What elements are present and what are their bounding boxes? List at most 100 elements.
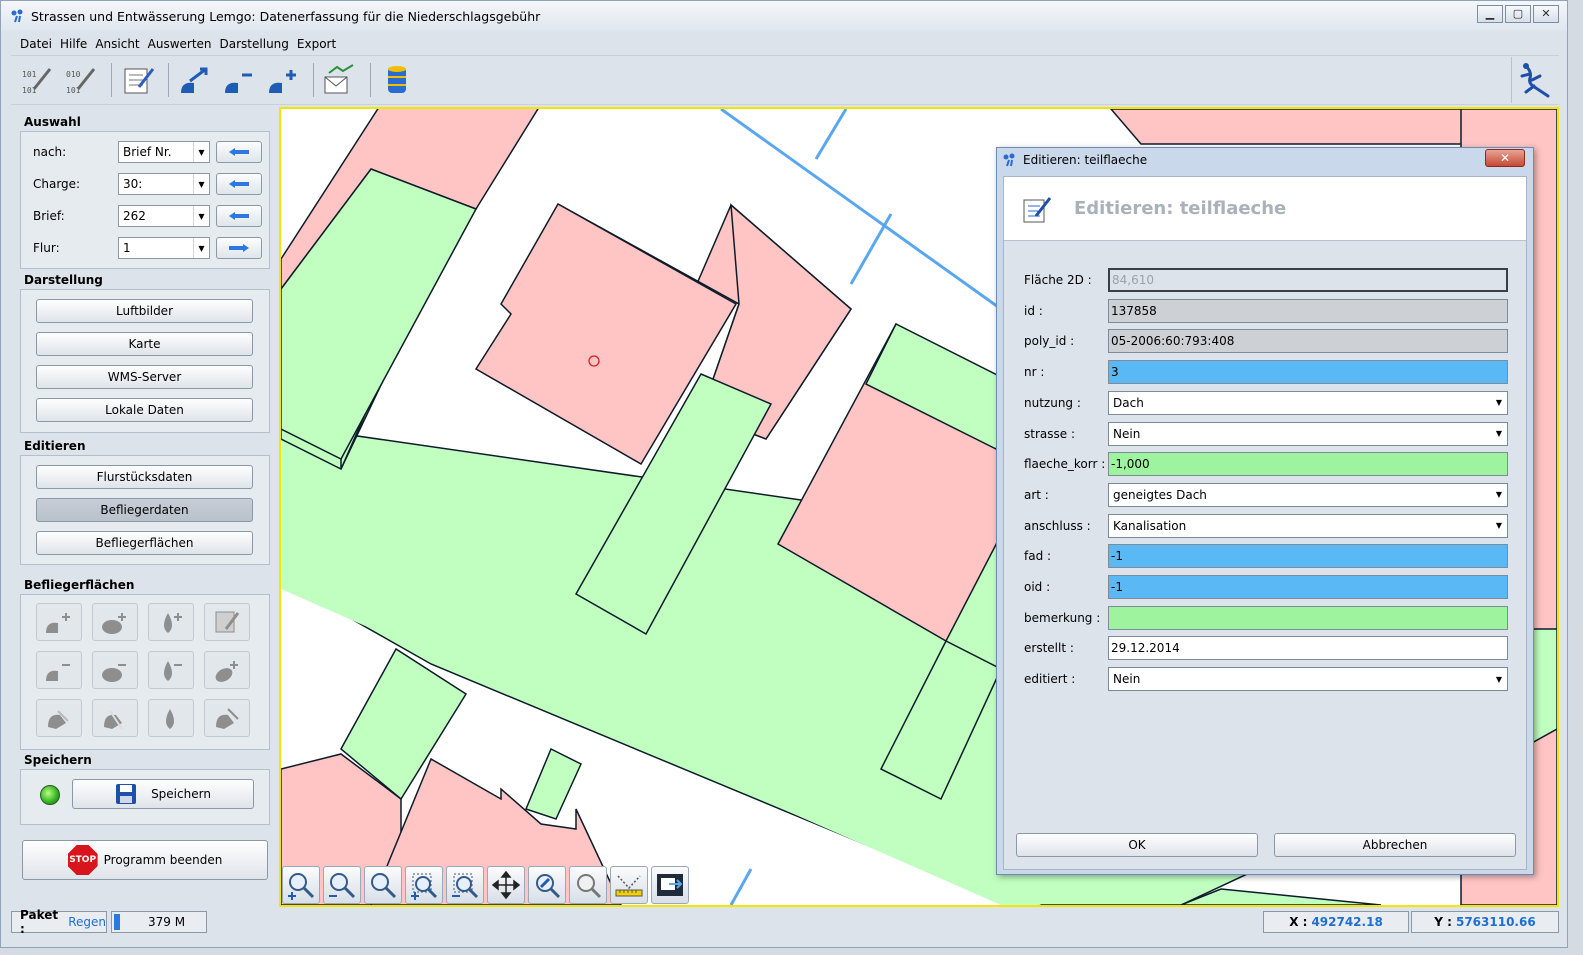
area-remove-tool-icon[interactable] bbox=[36, 651, 82, 689]
dialog-title: Editieren: teilflaeche bbox=[1023, 153, 1148, 167]
dialog-body: Editieren: teilflaeche Fläche 2D : 84,610… bbox=[1003, 176, 1527, 870]
map-export-icon[interactable] bbox=[651, 866, 689, 904]
nach-arrow-button[interactable] bbox=[216, 141, 262, 163]
menu-bar: Datei Hilfe Ansicht Auswerten Darstellun… bbox=[11, 34, 336, 54]
programm-beenden-button[interactable]: STOP Programm beenden bbox=[22, 840, 268, 880]
area-split-tool-icon[interactable] bbox=[92, 699, 138, 737]
blue-line bbox=[849, 213, 893, 285]
measure-icon[interactable] bbox=[610, 866, 648, 904]
lokale-daten-button[interactable]: Lokale Daten bbox=[36, 398, 253, 422]
bemerkung-label: bemerkung : bbox=[1024, 610, 1101, 625]
mail-chart-icon[interactable] bbox=[320, 60, 360, 100]
nutzung-select[interactable]: Dach ▼ bbox=[1108, 390, 1508, 415]
x-value: 492742.18 bbox=[1311, 915, 1383, 929]
flaeche-korr-label: flaeche_korr : bbox=[1024, 457, 1106, 472]
wms-server-button[interactable]: WMS-Server bbox=[36, 365, 253, 389]
strasse-label: strasse : bbox=[1024, 426, 1075, 441]
menu-darstellung[interactable]: Darstellung bbox=[220, 37, 289, 51]
brief-select[interactable]: 262 ▼ bbox=[118, 205, 210, 227]
zoom-select-icon[interactable] bbox=[528, 866, 566, 904]
area-cut-tool-icon[interactable] bbox=[204, 699, 250, 737]
area-add-icon[interactable] bbox=[263, 60, 303, 100]
strasse-value: Nein bbox=[1113, 426, 1141, 441]
binary-edit-icon[interactable]: 101 101 bbox=[17, 60, 57, 100]
area-add-2-tool-icon[interactable] bbox=[92, 603, 138, 641]
area-transfer-icon[interactable] bbox=[175, 60, 215, 100]
area-add-tool-icon[interactable] bbox=[36, 603, 82, 641]
lizard-icon[interactable] bbox=[1511, 57, 1557, 103]
art-select[interactable]: geneigtes Dach ▼ bbox=[1108, 482, 1508, 507]
oid-field[interactable]: -1 bbox=[1108, 575, 1508, 599]
zoom-box-out-icon[interactable] bbox=[446, 866, 484, 904]
luftbilder-button[interactable]: Luftbilder bbox=[36, 299, 253, 323]
title-bar: Strassen und Entwässerung Lemgo: Datener… bbox=[1, 1, 1567, 31]
anschluss-select[interactable]: Kanalisation ▼ bbox=[1108, 513, 1508, 538]
flur-select[interactable]: 1 ▼ bbox=[118, 237, 210, 259]
binary-edit-2-icon[interactable]: 010 101 bbox=[61, 60, 101, 100]
database-icon[interactable] bbox=[377, 60, 417, 100]
nr-field[interactable]: 3 bbox=[1108, 360, 1508, 385]
darstellung-box: Luftbilder Karte WMS-Server Lokale Daten bbox=[20, 289, 270, 433]
flurstuecksdaten-button[interactable]: Flurstücksdaten bbox=[36, 465, 253, 489]
fad-field[interactable]: -1 bbox=[1108, 544, 1508, 569]
brief-label: Brief: bbox=[33, 209, 65, 223]
editieren-box: Flurstücksdaten Befliegerdaten Beflieger… bbox=[20, 455, 270, 565]
fl-che-2d-field[interactable]: 84,610 bbox=[1108, 268, 1508, 292]
charge-value: 30: bbox=[123, 177, 143, 191]
erstellt-field[interactable]: 29.12.2014 bbox=[1108, 636, 1508, 661]
drop-add-tool-icon[interactable] bbox=[148, 603, 194, 641]
zoom-box-in-icon[interactable] bbox=[405, 866, 443, 904]
brief-arrow-button[interactable] bbox=[216, 205, 262, 227]
dialog-close-button[interactable]: ✕ bbox=[1485, 149, 1525, 167]
menu-hilfe[interactable]: Hilfe bbox=[60, 37, 87, 51]
speichern-button[interactable]: Speichern bbox=[72, 779, 254, 809]
menu-auswerten[interactable]: Auswerten bbox=[148, 37, 212, 51]
drop-remove-tool-icon[interactable] bbox=[148, 651, 194, 689]
chevron-down-icon: ▼ bbox=[1495, 398, 1503, 408]
befliegerdaten-button[interactable]: Befliegerdaten bbox=[36, 498, 253, 522]
bemerkung-field[interactable] bbox=[1108, 605, 1508, 630]
x-label: X : bbox=[1289, 915, 1308, 929]
erstellt-label: erstellt : bbox=[1024, 641, 1074, 656]
form-edit-icon[interactable] bbox=[118, 60, 158, 100]
area-merge-tool-icon[interactable] bbox=[36, 699, 82, 737]
blob-add-tool-icon[interactable] bbox=[204, 651, 250, 689]
blue-line bbox=[814, 109, 848, 160]
minimize-button[interactable]: ▁ bbox=[1477, 5, 1503, 23]
arrow-right-icon bbox=[229, 244, 249, 252]
id-field[interactable]: 137858 bbox=[1108, 298, 1508, 323]
flaeche-korr-field[interactable]: -1,000 bbox=[1108, 452, 1508, 477]
editiert-select[interactable]: Nein ▼ bbox=[1108, 667, 1508, 692]
karte-button[interactable]: Karte bbox=[36, 332, 253, 356]
befliegerflaechen-button[interactable]: Befliegerflächen bbox=[36, 531, 253, 555]
ok-button[interactable]: OK bbox=[1016, 833, 1258, 857]
close-window-button[interactable]: ✕ bbox=[1533, 5, 1559, 23]
zoom-icon[interactable] bbox=[364, 866, 402, 904]
x-coordinate: X : 492742.18 bbox=[1263, 911, 1409, 933]
form-tool-icon[interactable] bbox=[204, 603, 250, 641]
drop-tool-icon[interactable] bbox=[148, 699, 194, 737]
zoom-in-icon[interactable] bbox=[282, 866, 320, 904]
nach-select[interactable]: Brief Nr. ▼ bbox=[118, 141, 210, 163]
charge-arrow-button[interactable] bbox=[216, 173, 262, 195]
area-remove-icon[interactable] bbox=[219, 60, 259, 100]
poly-id-field[interactable]: 05-2006:60:793:408 bbox=[1108, 329, 1508, 354]
area-remove-2-tool-icon[interactable] bbox=[92, 651, 138, 689]
maximize-button[interactable]: ▢ bbox=[1505, 5, 1531, 23]
zoom-out-icon[interactable] bbox=[323, 866, 361, 904]
green-parcel bbox=[524, 747, 582, 820]
abbrechen-button[interactable]: Abbrechen bbox=[1274, 833, 1516, 857]
svg-text:101: 101 bbox=[22, 70, 37, 79]
strasse-select[interactable]: Nein ▼ bbox=[1108, 421, 1508, 446]
flur-arrow-button[interactable] bbox=[216, 237, 262, 259]
oid-value: -1 bbox=[1111, 580, 1123, 594]
editieren-title: Editieren bbox=[24, 439, 86, 453]
menu-datei[interactable]: Datei bbox=[20, 37, 52, 51]
menu-ansicht[interactable]: Ansicht bbox=[95, 37, 139, 51]
form-edit-icon bbox=[1023, 196, 1052, 222]
pan-icon[interactable] bbox=[487, 866, 525, 904]
charge-select[interactable]: 30: ▼ bbox=[118, 173, 210, 195]
menu-export[interactable]: Export bbox=[297, 37, 336, 51]
zoom-previous-icon[interactable] bbox=[569, 866, 607, 904]
chevron-down-icon: ▼ bbox=[193, 238, 209, 258]
